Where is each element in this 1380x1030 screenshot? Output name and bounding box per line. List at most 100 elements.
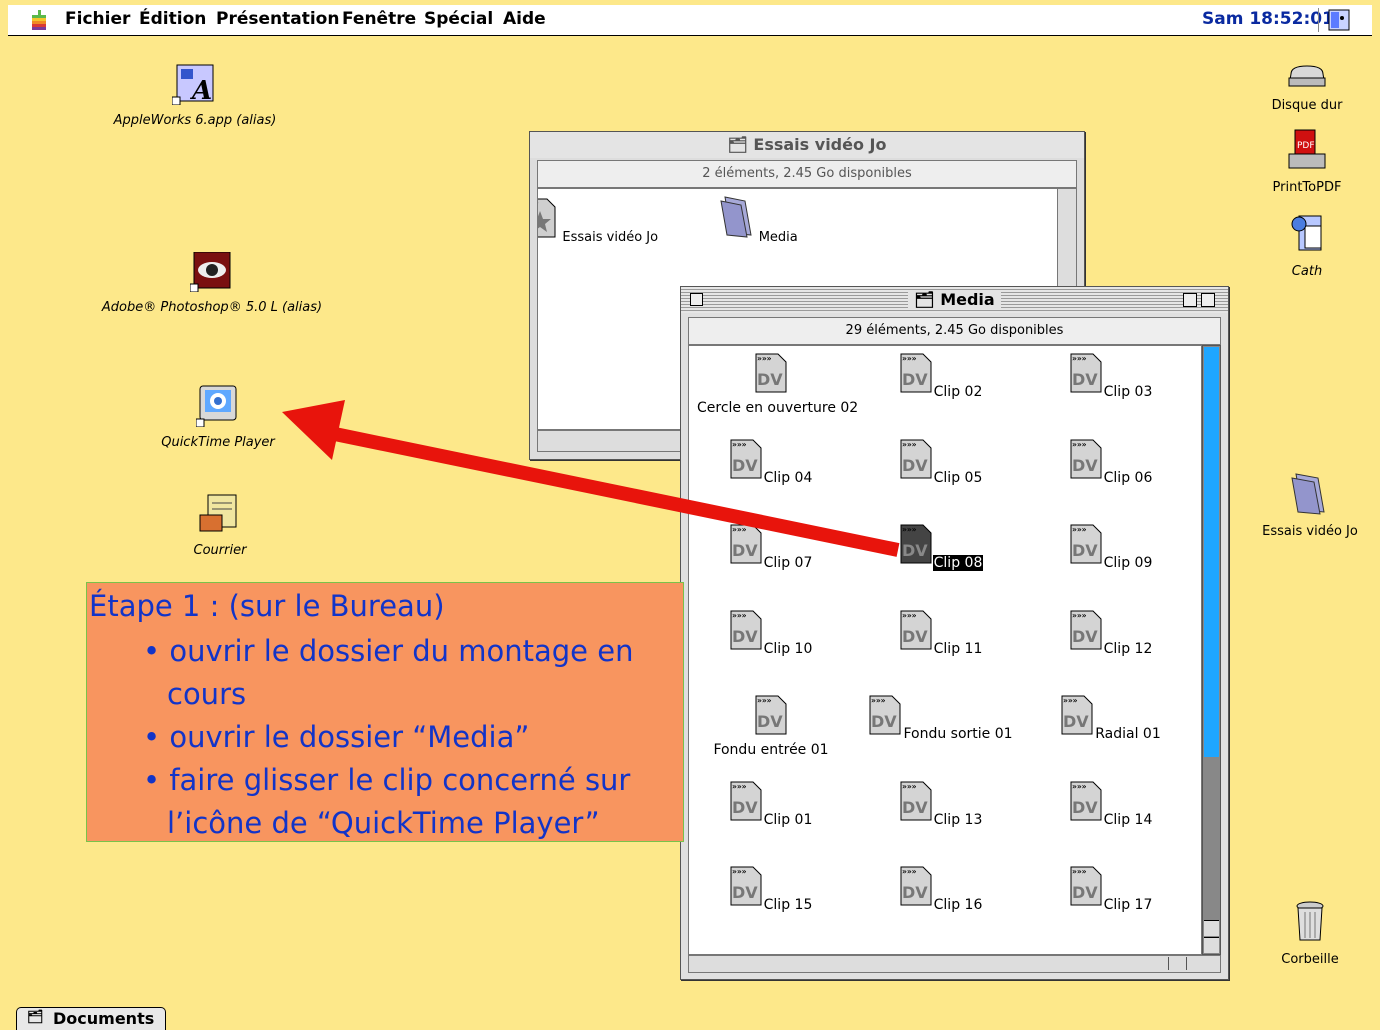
file-label: Clip 08: [932, 555, 984, 571]
apple-menu-icon[interactable]: [30, 10, 48, 30]
menu-bar: Fichier Édition Présentation Fenêtre Spé…: [0, 0, 1380, 40]
desktop-icon-cath[interactable]: Cath: [1272, 212, 1342, 279]
window-title-bar[interactable]: 🗂 Media: [681, 287, 1228, 313]
menu-edition[interactable]: Édition: [139, 9, 206, 29]
svg-text:»»»: »»»: [1072, 354, 1087, 363]
dv-file-icon: »»» DV: [1070, 439, 1102, 478]
svg-text:»»»: »»»: [1063, 696, 1078, 705]
window-media[interactable]: 🗂 Media 29 éléments, 2.45 Go disponibles…: [680, 286, 1229, 980]
menu-special[interactable]: Spécial: [424, 9, 493, 29]
documents-label: Documents: [53, 1009, 155, 1028]
menu-bar-strip: [8, 5, 1372, 36]
menu-aide[interactable]: Aide: [503, 9, 546, 29]
pdf-printer-icon: PDF: [1288, 129, 1326, 169]
svg-text:»»»: »»»: [537, 199, 539, 207]
menu-clock[interactable]: Sam 18:52:01: [1202, 9, 1334, 29]
dv-file-icon: »»» DV: [1070, 781, 1102, 820]
file-clip[interactable]: »»» DV Clip 03: [1036, 350, 1186, 400]
dv-badge: DV: [1072, 883, 1098, 902]
svg-text:»»»: »»»: [732, 611, 747, 620]
folder-icon: [720, 196, 752, 238]
file-clip[interactable]: »»» DV Clip 12: [1036, 607, 1186, 657]
dv-file-icon: »»» DV: [1070, 524, 1102, 564]
dv-file-icon: »»» DV: [730, 610, 762, 649]
dv-badge: DV: [902, 627, 928, 646]
dv-badge: DV: [1072, 627, 1098, 646]
file-label: Radial 01: [1095, 726, 1161, 742]
window-title-label: 🗂 Media: [908, 290, 1001, 309]
window-title-bar[interactable]: 🗂 Essais vidéo Jo: [530, 132, 1084, 158]
menu-presentation[interactable]: Présentation: [216, 9, 339, 29]
file-label: Clip 14: [1103, 811, 1153, 828]
dv-badge: DV: [732, 627, 758, 646]
instruction-title: Étape 1 : (sur le Bureau): [89, 589, 445, 623]
file-clip[interactable]: »»» DV Fondu entrée 01: [696, 692, 846, 758]
file-clip[interactable]: »»» DV Clip 16: [866, 863, 1016, 913]
scroll-left-arrow[interactable]: [1168, 957, 1183, 970]
instruction-line: l’icône de “QuickTime Player”: [167, 806, 600, 840]
finder-icon[interactable]: [1328, 9, 1350, 31]
desktop-icon-quicktime[interactable]: QuickTime Player: [148, 385, 288, 450]
scroll-right-arrow[interactable]: [1186, 957, 1201, 970]
file-clip[interactable]: »»» DV Clip 09: [1036, 521, 1186, 571]
dv-badge: DV: [871, 712, 897, 731]
file-clip[interactable]: »»» DV Fondu sortie 01: [866, 692, 1016, 742]
dv-badge: DV: [732, 883, 758, 902]
file-clip[interactable]: »»» DV Clip 17: [1036, 863, 1186, 913]
scroll-up-arrow[interactable]: [1204, 920, 1219, 936]
dv-file-icon: »»» DV: [1070, 353, 1102, 393]
dv-badge: DV: [902, 798, 928, 817]
file-clip[interactable]: »»» DV Clip 13: [866, 778, 1016, 828]
file-clip[interactable]: »»» DV Clip 11: [866, 607, 1016, 657]
desktop-icon-essais-video-jo[interactable]: Essais vidéo Jo: [1255, 472, 1365, 539]
dv-file-icon: »»» DV: [755, 353, 787, 393]
instruction-line: • ouvrir le dossier “Media”: [143, 720, 530, 754]
menu-fichier[interactable]: Fichier: [65, 9, 130, 29]
desktop-icon-printtopdf[interactable]: PDF PrintToPDF: [1262, 128, 1352, 195]
dv-file-icon: »»» DV: [900, 781, 932, 820]
instruction-line: cours: [167, 677, 247, 711]
svg-text:»»»: »»»: [732, 782, 747, 791]
desktop-icon-corbeille[interactable]: Corbeille: [1270, 898, 1350, 967]
file-label: Fondu sortie 01: [903, 726, 1013, 742]
dv-file-icon: »»» DV: [1061, 695, 1093, 735]
desktop-icon-label: Essais vidéo Jo: [1260, 524, 1360, 539]
file-clip[interactable]: »»» DV Clip 01: [696, 778, 846, 828]
dv-file-icon: »»» DV: [730, 866, 762, 906]
file-label: Clip 15: [763, 897, 813, 913]
instruction-box: Étape 1 : (sur le Bureau) • ouvrir le do…: [86, 582, 684, 842]
project-file-icon: »»»: [537, 198, 556, 238]
file-clip[interactable]: »»» DV Clip 15: [696, 863, 846, 913]
file-clip[interactable]: »»» DV Clip 14: [1036, 778, 1186, 828]
trash-icon: [1296, 901, 1324, 941]
svg-text:A: A: [189, 76, 212, 105]
file-label: Clip 16: [933, 897, 983, 913]
file-clip[interactable]: »»» DV Clip 06: [1036, 436, 1186, 486]
horizontal-scrollbar[interactable]: [688, 955, 1221, 973]
desktop-icon-appleworks[interactable]: A AppleWorks 6.app (alias): [100, 63, 290, 128]
file-clip[interactable]: »»» DV Clip 02: [866, 350, 1016, 400]
file-label: Clip 12: [1103, 640, 1153, 657]
desktop-icon-disque-dur[interactable]: Disque dur: [1262, 64, 1352, 113]
file-clip[interactable]: »»» DV Clip 10: [696, 607, 846, 657]
svg-text:PDF: PDF: [1297, 141, 1315, 151]
window-title: 🗂 Essais vidéo Jo: [530, 135, 1084, 154]
desktop-icon-label: AppleWorks 6.app (alias): [111, 113, 279, 128]
instruction-line: • ouvrir le dossier du montage en: [143, 634, 634, 668]
dv-badge: DV: [757, 370, 783, 389]
scroll-down-arrow[interactable]: [1204, 937, 1219, 953]
file-essais-video-jo[interactable]: »»» Essais vidéo Jo: [537, 195, 666, 245]
dv-badge: DV: [1072, 456, 1098, 475]
desktop-icon-photoshop[interactable]: Adobe® Photoshop® 5.0 L (alias): [92, 251, 332, 315]
file-media-folder[interactable]: Media: [684, 195, 834, 245]
arrow-shaft: [328, 426, 900, 557]
folder-icon: [1291, 473, 1325, 515]
svg-text:»»»: »»»: [1072, 782, 1087, 791]
folder-title-icon: 🗂: [914, 290, 935, 309]
svg-text:»»»: »»»: [1072, 611, 1087, 620]
menu-fenetre[interactable]: Fenêtre: [342, 9, 416, 29]
dv-badge: DV: [902, 370, 928, 389]
desktop-icon-courrier[interactable]: Courrier: [170, 493, 270, 558]
file-clip[interactable]: »»» DV Radial 01: [1036, 692, 1186, 742]
vertical-scrollbar[interactable]: [1202, 345, 1221, 955]
